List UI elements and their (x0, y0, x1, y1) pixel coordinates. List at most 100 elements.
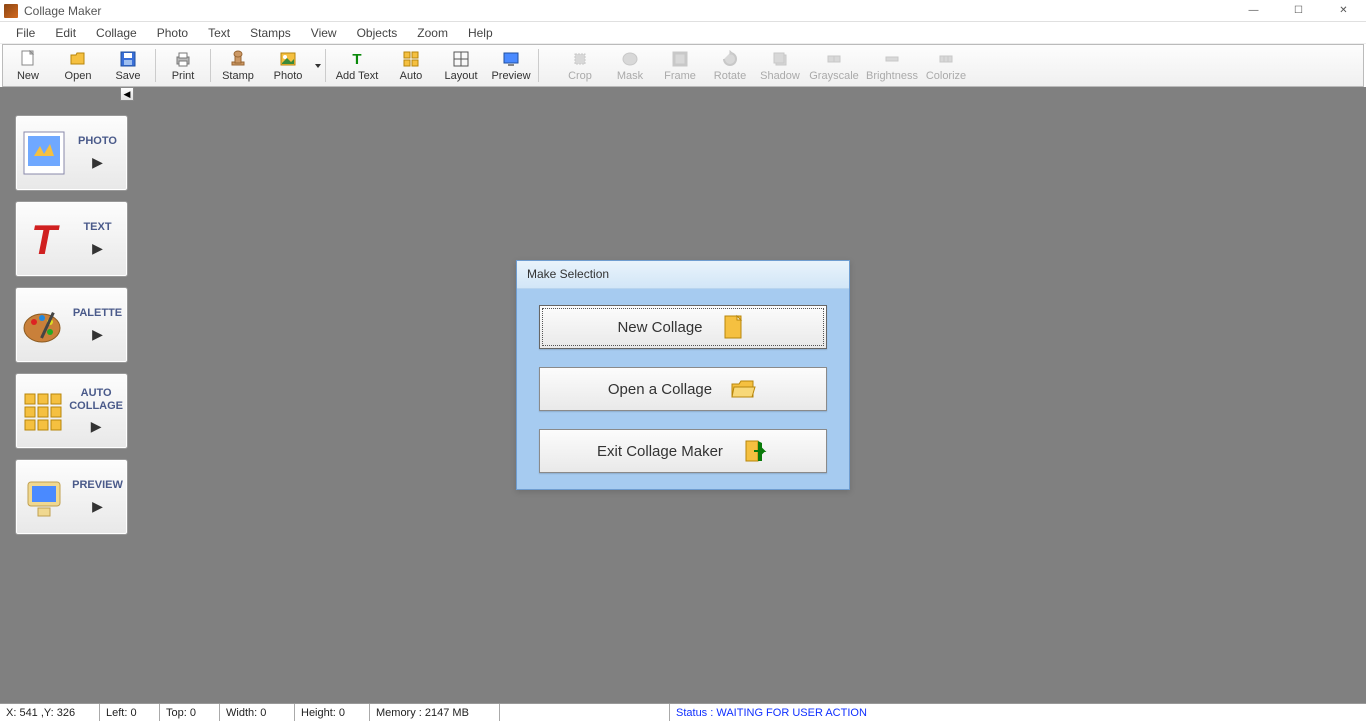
open-collage-button[interactable]: Open a Collage (539, 367, 827, 411)
menubar: File Edit Collage Photo Text Stamps View… (0, 22, 1366, 44)
menu-zoom[interactable]: Zoom (407, 24, 458, 42)
toolbar-auto[interactable]: Auto (386, 45, 436, 86)
status-memory: Memory : 2147 MB (370, 704, 500, 721)
text-t-icon: T (20, 211, 68, 267)
play-icon: ▶ (92, 498, 103, 515)
status-width: Width: 0 (220, 704, 295, 721)
status-blank (500, 704, 670, 721)
toolbar-new[interactable]: New (3, 45, 53, 86)
play-icon: ▶ (92, 154, 103, 171)
rotate-icon (720, 49, 740, 69)
toolbar-frame: Frame (655, 45, 705, 86)
colorize-icon (936, 49, 956, 69)
photo-thumb-icon (20, 125, 68, 181)
sidecard-palette[interactable]: PALETTE▶ (15, 287, 128, 363)
new-collage-button[interactable]: New Collage (539, 305, 827, 349)
crop-icon (570, 49, 590, 69)
monitor-icon (20, 469, 68, 525)
menu-help[interactable]: Help (458, 24, 503, 42)
menu-text[interactable]: Text (198, 24, 240, 42)
add-text-icon: T (347, 49, 367, 69)
printer-icon (173, 49, 193, 69)
palette-icon (20, 297, 68, 353)
toolbar-preview[interactable]: Preview (486, 45, 536, 86)
window-controls: — ☐ ✕ (1231, 0, 1366, 22)
photo-icon (278, 49, 298, 69)
window-title: Collage Maker (24, 4, 101, 18)
toolbar: New Open Save Print Stamp Photo T Add Te… (2, 44, 1364, 87)
titlebar: Collage Maker — ☐ ✕ (0, 0, 1366, 22)
toolbar-open[interactable]: Open (53, 45, 103, 86)
new-file-icon (18, 49, 38, 69)
status-height: Height: 0 (295, 704, 370, 721)
status-text: Status : WAITING FOR USER ACTION (670, 704, 1366, 721)
sidecard-autocollage[interactable]: AUTO COLLAGE▶ (15, 373, 128, 449)
sidecard-preview[interactable]: PREVIEW▶ (15, 459, 128, 535)
toolbar-crop: Crop (555, 45, 605, 86)
dialog-title: Make Selection (517, 261, 849, 289)
toolbar-add-text[interactable]: T Add Text (328, 45, 386, 86)
toolbar-mask: Mask (605, 45, 655, 86)
app-icon (4, 4, 18, 18)
sidecard-photo[interactable]: PHOTO▶ (15, 115, 128, 191)
toolbar-rotate: Rotate (705, 45, 755, 86)
svg-text:T: T (352, 51, 361, 68)
dialog-body: New Collage Open a Collage Exit Collage … (517, 289, 849, 489)
menu-collage[interactable]: Collage (86, 24, 147, 42)
auto-grid-icon (401, 49, 421, 69)
toolbar-colorize: Colorize (921, 45, 971, 86)
layout-icon (451, 49, 471, 69)
toolbar-layout[interactable]: Layout (436, 45, 486, 86)
minimize-button[interactable]: — (1231, 0, 1276, 22)
toolbar-photo[interactable]: Photo (263, 45, 313, 86)
svg-text:T: T (31, 216, 60, 263)
maximize-button[interactable]: ☐ (1276, 0, 1321, 22)
new-document-icon (719, 312, 749, 342)
statusbar: X: 541 ,Y: 326 Left: 0 Top: 0 Width: 0 H… (0, 703, 1366, 721)
frame-icon (670, 49, 690, 69)
preview-monitor-icon (501, 49, 521, 69)
toolbar-brightness: Brightness (863, 45, 921, 86)
menu-file[interactable]: File (6, 24, 45, 42)
toolbar-photo-dropdown[interactable] (313, 45, 323, 86)
toolbar-separator (155, 49, 156, 82)
collapse-handle[interactable]: ◀ (120, 87, 134, 101)
status-top: Top: 0 (160, 704, 220, 721)
open-folder-icon (728, 374, 758, 404)
play-icon: ▶ (91, 418, 102, 435)
exit-button[interactable]: Exit Collage Maker (539, 429, 827, 473)
save-disk-icon (118, 49, 138, 69)
stamp-icon (228, 49, 248, 69)
toolbar-primary: New Open Save Print Stamp Photo T Add Te… (3, 45, 536, 86)
toolbar-secondary: Crop Mask Frame Rotate Shadow Grayscale … (555, 45, 971, 86)
status-left: Left: 0 (100, 704, 160, 721)
toolbar-print[interactable]: Print (158, 45, 208, 86)
toolbar-save[interactable]: Save (103, 45, 153, 86)
open-folder-icon (68, 49, 88, 69)
menu-view[interactable]: View (301, 24, 347, 42)
toolbar-stamp[interactable]: Stamp (213, 45, 263, 86)
left-gutter (0, 87, 9, 703)
toolbar-separator (325, 49, 326, 82)
mask-icon (620, 49, 640, 69)
status-coords: X: 541 ,Y: 326 (0, 704, 100, 721)
toolbar-separator (210, 49, 211, 82)
toolbar-grayscale: Grayscale (805, 45, 863, 86)
menu-photo[interactable]: Photo (147, 24, 198, 42)
play-icon: ▶ (92, 240, 103, 257)
side-panel: ◀ PHOTO▶ T TEXT▶ PALETTE▶ AUTO COLLAGE▶ (9, 87, 134, 703)
brightness-icon (882, 49, 902, 69)
grayscale-icon (824, 49, 844, 69)
shadow-icon (770, 49, 790, 69)
sidecard-text[interactable]: T TEXT▶ (15, 201, 128, 277)
toolbar-separator (538, 49, 539, 82)
menu-stamps[interactable]: Stamps (240, 24, 301, 42)
menu-edit[interactable]: Edit (45, 24, 86, 42)
exit-door-icon (739, 436, 769, 466)
menu-objects[interactable]: Objects (347, 24, 408, 42)
grid-icon (20, 383, 65, 439)
toolbar-shadow: Shadow (755, 45, 805, 86)
play-icon: ▶ (92, 326, 103, 343)
make-selection-dialog: Make Selection New Collage Open a Collag… (516, 260, 850, 490)
close-button[interactable]: ✕ (1321, 0, 1366, 22)
